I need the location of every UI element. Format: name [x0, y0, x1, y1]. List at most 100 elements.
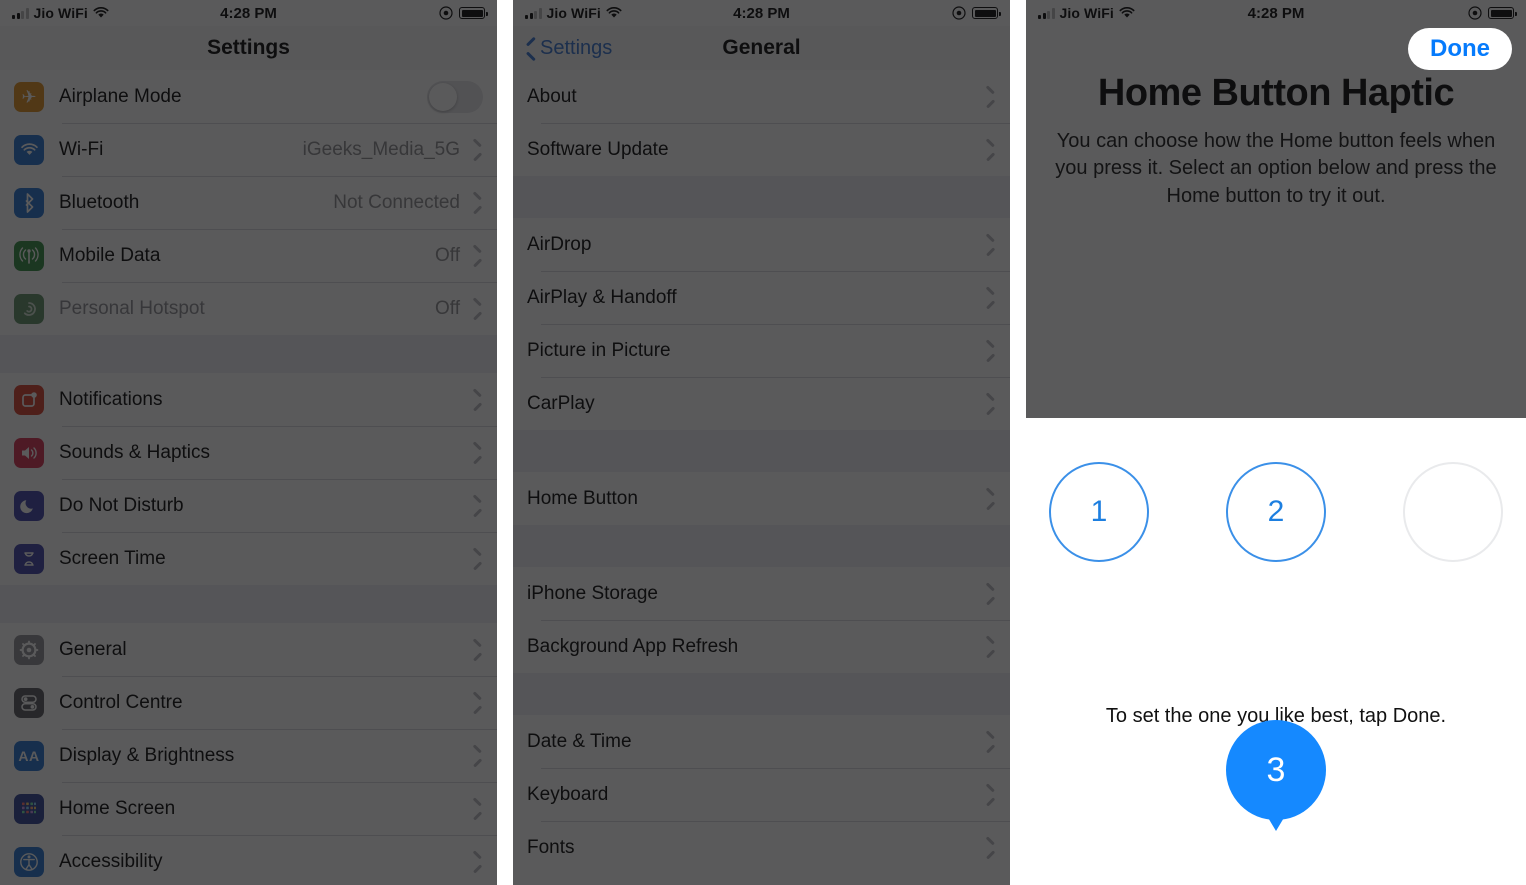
battery-full-icon — [972, 7, 1001, 19]
general-group-about: About Software Update — [513, 70, 1010, 176]
row-label: Display & Brightness — [59, 744, 235, 766]
row-label: Notifications — [59, 388, 163, 410]
row-label: Date & Time — [527, 730, 632, 752]
chevron-right-icon — [987, 734, 996, 750]
row-label: Screen Time — [59, 547, 166, 569]
wifi-icon — [14, 134, 44, 165]
general-screen: Jio WiFi 4:28 PM Settings General About … — [513, 0, 1010, 885]
chevron-right-icon — [987, 840, 996, 856]
row-label: Keyboard — [527, 783, 609, 805]
settings-row-mobile-data[interactable]: Mobile Data Off — [0, 229, 497, 282]
home-screen-icon — [14, 793, 44, 824]
settings-row-personal-hotspot[interactable]: Personal Hotspot Off — [0, 282, 497, 335]
chevron-right-icon — [474, 248, 483, 264]
settings-row-notifications[interactable]: Notifications — [0, 373, 497, 426]
chevron-right-icon — [987, 89, 996, 105]
row-label: About — [527, 85, 577, 107]
settings-row-sounds-haptics[interactable]: Sounds & Haptics — [0, 426, 497, 479]
haptic-options-area: 1 2 To set the one you like best, tap Do… — [1026, 418, 1526, 885]
annotation-marker-tail — [1267, 816, 1285, 831]
control-centre-icon — [14, 687, 44, 718]
chevron-right-icon — [474, 498, 483, 514]
settings-row-wifi[interactable]: Wi-Fi iGeeks_Media_5G — [0, 123, 497, 176]
general-row-software-update[interactable]: Software Update — [513, 123, 1010, 176]
general-row-keyboard[interactable]: Keyboard — [513, 768, 1010, 821]
row-label: CarPlay — [527, 392, 595, 414]
general-group-sharing: AirDrop AirPlay & Handoff Picture in Pic… — [513, 218, 1010, 430]
row-value: Not Connected — [333, 191, 460, 213]
haptic-option-label: 1 — [1090, 495, 1108, 528]
row-label: Bluetooth — [59, 191, 140, 213]
chevron-right-icon — [474, 445, 483, 461]
row-label: Background App Refresh — [527, 635, 739, 657]
row-value: iGeeks_Media_5G — [302, 138, 460, 160]
row-label: Home Button — [527, 487, 638, 509]
settings-screen: Jio WiFi 4:28 PM Settings ✈ Airplane Mod… — [0, 0, 497, 885]
row-label: Sounds & Haptics — [59, 441, 211, 463]
settings-row-control-centre[interactable]: Control Centre — [0, 676, 497, 729]
row-label: Fonts — [527, 836, 575, 858]
row-label: Picture in Picture — [527, 339, 671, 361]
clock: 4:28 PM — [1247, 4, 1305, 22]
airplane-mode-toggle[interactable] — [427, 80, 483, 113]
haptic-option-2[interactable]: 2 — [1226, 462, 1326, 562]
general-row-date-time[interactable]: Date & Time — [513, 715, 1010, 768]
chevron-left-icon — [525, 39, 536, 58]
clock: 4:28 PM — [733, 4, 790, 22]
chevron-right-icon — [987, 491, 996, 507]
row-label: General — [59, 638, 127, 660]
settings-row-accessibility[interactable]: Accessibility — [0, 835, 497, 885]
navigation-bar: Settings General — [513, 26, 1010, 70]
phone-screen-settings: Jio WiFi 4:28 PM Settings ✈ Airplane Mod… — [0, 0, 497, 885]
bluetooth-icon — [14, 187, 44, 218]
general-row-about[interactable]: About — [513, 70, 1010, 123]
page-title: Home Button Haptic — [1097, 72, 1455, 114]
general-row-airdrop[interactable]: AirDrop — [513, 218, 1010, 271]
back-button[interactable]: Settings — [525, 37, 612, 60]
row-label: Personal Hotspot — [59, 297, 205, 319]
chevron-right-icon — [474, 695, 483, 711]
settings-list: ✈ Airplane Mode Wi-Fi iGeeks_Media_5G Bl… — [0, 70, 497, 885]
chevron-right-icon — [987, 142, 996, 158]
chevron-right-icon — [987, 343, 996, 359]
personal-hotspot-icon — [14, 293, 44, 324]
general-row-carplay[interactable]: CarPlay — [513, 377, 1010, 430]
screenshot-stage: Jio WiFi 4:28 PM Settings ✈ Airplane Mod… — [0, 0, 1526, 885]
group-separator — [0, 335, 497, 373]
settings-row-bluetooth[interactable]: Bluetooth Not Connected — [0, 176, 497, 229]
general-row-iphone-storage[interactable]: iPhone Storage — [513, 567, 1010, 620]
general-row-fonts[interactable]: Fonts — [513, 821, 1010, 874]
page-title: Settings — [207, 36, 290, 59]
chevron-right-icon — [474, 642, 483, 658]
settings-group-connectivity: ✈ Airplane Mode Wi-Fi iGeeks_Media_5G Bl… — [0, 70, 497, 335]
haptic-option-list: 1 2 — [1026, 462, 1526, 562]
group-separator — [513, 673, 1010, 715]
settings-row-general[interactable]: General — [0, 623, 497, 676]
hourglass-icon — [14, 543, 44, 574]
accessibility-icon — [14, 846, 44, 877]
settings-row-airplane-mode[interactable]: ✈ Airplane Mode — [0, 70, 497, 123]
general-row-airplay-handoff[interactable]: AirPlay & Handoff — [513, 271, 1010, 324]
settings-row-screen-time[interactable]: Screen Time — [0, 532, 497, 585]
general-row-picture-in-picture[interactable]: Picture in Picture — [513, 324, 1010, 377]
mobile-data-icon — [14, 240, 44, 271]
haptic-option-label: 2 — [1267, 495, 1285, 528]
general-row-home-button[interactable]: Home Button — [513, 472, 1010, 525]
chevron-right-icon — [474, 801, 483, 817]
settings-row-display-brightness[interactable]: AA Display & Brightness — [0, 729, 497, 782]
haptic-option-3[interactable] — [1403, 462, 1503, 562]
general-group-storage: iPhone Storage Background App Refresh — [513, 567, 1010, 673]
battery-full-icon — [1488, 7, 1517, 19]
haptic-option-1[interactable]: 1 — [1049, 462, 1149, 562]
settings-row-do-not-disturb[interactable]: Do Not Disturb — [0, 479, 497, 532]
airplane-icon: ✈ — [14, 81, 44, 112]
general-row-background-app-refresh[interactable]: Background App Refresh — [513, 620, 1010, 673]
row-label: AirDrop — [527, 233, 592, 255]
chevron-right-icon — [987, 639, 996, 655]
settings-row-home-screen[interactable]: Home Screen — [0, 782, 497, 835]
chevron-right-icon — [474, 301, 483, 317]
done-button[interactable]: Done — [1408, 28, 1512, 70]
chevron-right-icon — [987, 237, 996, 253]
annotation-marker-label: 3 — [1226, 720, 1326, 820]
chevron-right-icon — [474, 392, 483, 408]
